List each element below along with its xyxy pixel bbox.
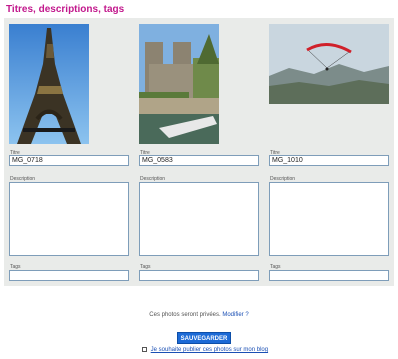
publish-blog-checkbox[interactable] bbox=[142, 347, 147, 352]
publish-blog-row: Je souhaite publier ces photos sur mon b… bbox=[142, 347, 268, 353]
privacy-modify-link[interactable]: Modifier ? bbox=[222, 312, 248, 318]
photo-thumbnail-3[interactable] bbox=[269, 24, 389, 104]
privacy-note: Ces photos seront privées. Modifier ? bbox=[0, 312, 398, 318]
save-button[interactable]: SAUVEGARDER bbox=[177, 332, 231, 344]
privacy-note-text: Ces photos seront privées. bbox=[149, 312, 221, 318]
photo-thumbnail-2[interactable] bbox=[139, 24, 219, 144]
tags-input-2[interactable] bbox=[139, 270, 259, 281]
description-textarea-3[interactable] bbox=[269, 182, 389, 256]
publish-blog-label[interactable]: Je souhaite publier ces photos sur mon b… bbox=[151, 347, 268, 353]
description-textarea-2[interactable] bbox=[139, 182, 259, 256]
description-textarea-1[interactable] bbox=[9, 182, 129, 256]
page-title: Titres, descriptions, tags bbox=[6, 4, 125, 15]
title-input-2[interactable]: MG_0583 bbox=[139, 155, 259, 166]
title-input-1[interactable]: MG_0718 bbox=[9, 155, 129, 166]
tags-input-3[interactable] bbox=[269, 270, 389, 281]
title-input-3[interactable]: MG_1010 bbox=[269, 155, 389, 166]
tags-input-1[interactable] bbox=[9, 270, 129, 281]
photo-thumbnail-1[interactable] bbox=[9, 24, 89, 144]
